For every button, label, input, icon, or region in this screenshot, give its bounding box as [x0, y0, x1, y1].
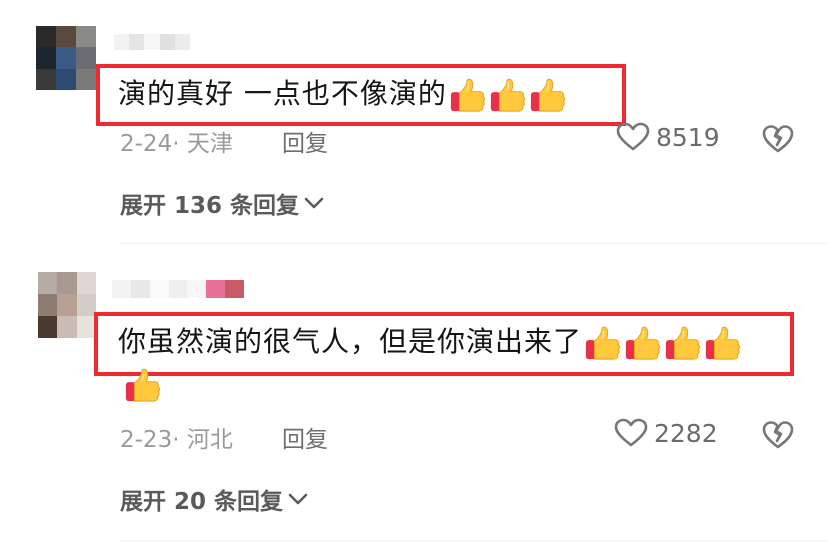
like-count: 2282 [654, 418, 718, 448]
thumbs-up-emoji-group [447, 77, 567, 112]
thumbs-up-emoji [450, 78, 485, 112]
expand-replies-label: 展开 20 条回复 [120, 489, 284, 515]
comment-text: 演的真好 一点也不像演的 [118, 72, 567, 114]
reply-button[interactable]: 回复 [282, 420, 328, 454]
comment-list: 演的真好 一点也不像演的 2-24· 天津 回复 8519 展开 136 条回复… [0, 0, 828, 542]
broken-heart-icon[interactable] [762, 420, 794, 450]
heart-outline-icon [616, 122, 650, 151]
thumbs-up-emoji [530, 78, 565, 112]
chevron-down-icon [288, 493, 308, 505]
reply-button[interactable]: 回复 [282, 124, 328, 158]
date-location: 2-24· 天津 [120, 131, 233, 157]
username-blurred[interactable] [114, 34, 190, 50]
thumbs-up-emoji [490, 78, 525, 112]
comment-text-wrap [122, 366, 162, 404]
thumbs-up-emoji-group [122, 367, 162, 402]
chevron-down-icon [304, 197, 324, 209]
expand-replies-button[interactable]: 展开 136 条回复 [120, 186, 325, 220]
date-location: 2-23· 河北 [120, 427, 233, 453]
thumbs-up-emoji [665, 326, 701, 360]
thumbs-up-emoji [625, 326, 661, 360]
avatar[interactable] [38, 272, 96, 338]
divider [120, 540, 828, 541]
thumbs-up-emoji [705, 326, 741, 360]
like-button[interactable]: 2282 [614, 418, 718, 448]
broken-heart-icon[interactable] [762, 124, 794, 154]
like-button[interactable]: 8519 [616, 122, 720, 152]
heart-outline-icon [614, 418, 648, 447]
thumbs-up-emoji [585, 326, 621, 360]
username-blurred[interactable] [112, 280, 244, 298]
avatar[interactable] [36, 26, 96, 90]
thumbs-up-emoji-group [582, 325, 742, 360]
comment-text: 你虽然演的很气人，但是你演出来了 [118, 320, 742, 362]
like-count: 8519 [656, 122, 720, 152]
thumbs-up-emoji [125, 368, 161, 402]
divider [120, 243, 828, 244]
expand-replies-label: 展开 136 条回复 [120, 193, 300, 219]
expand-replies-button[interactable]: 展开 20 条回复 [120, 482, 309, 516]
